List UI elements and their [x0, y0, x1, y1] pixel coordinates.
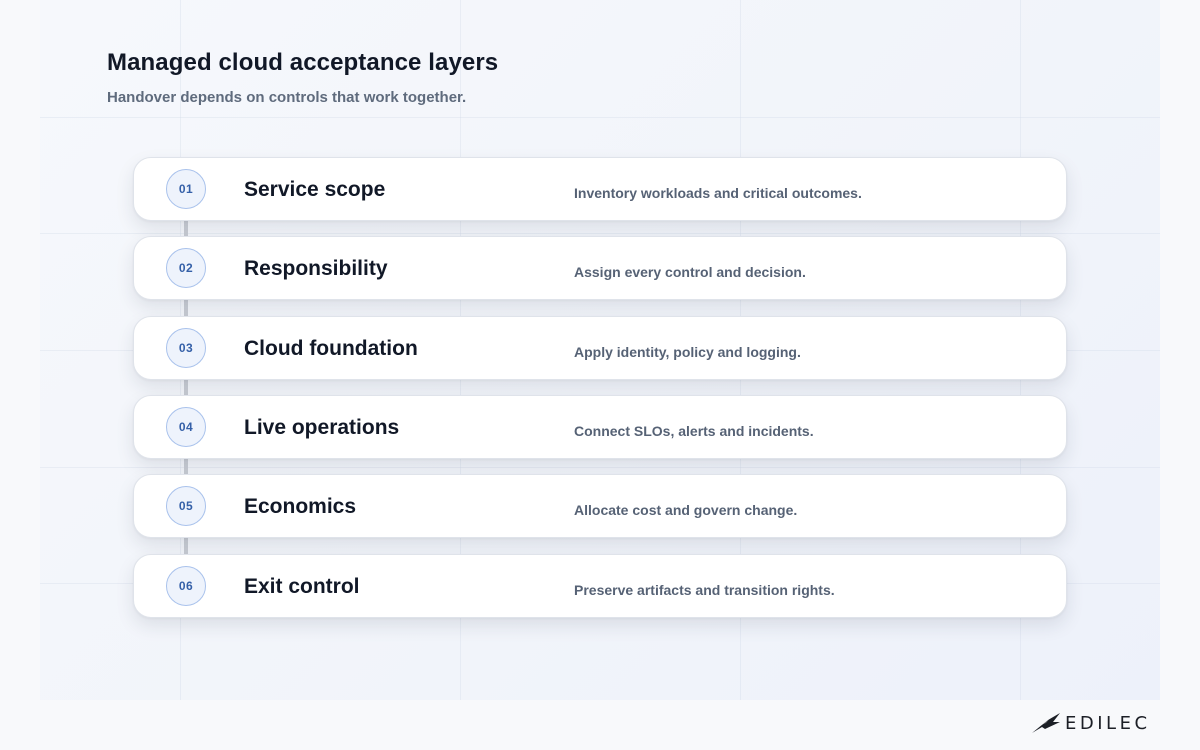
- layer-row-live-operations: 04 Live operations Connect SLOs, alerts …: [133, 395, 1067, 459]
- brand-logo: EDILEC: [1031, 710, 1151, 736]
- layer-number-badge: 05: [166, 486, 206, 526]
- layer-description: Inventory workloads and critical outcome…: [574, 185, 862, 201]
- layer-row-economics: 05 Economics Allocate cost and govern ch…: [133, 474, 1067, 538]
- brand-name: EDILEC: [1065, 712, 1151, 734]
- layer-connector: [184, 299, 188, 317]
- page-title: Managed cloud acceptance layers: [107, 49, 499, 76]
- layer-label: Exit control: [244, 575, 360, 598]
- layer-label: Cloud foundation: [244, 337, 418, 360]
- layer-number-badge: 01: [166, 169, 206, 209]
- layer-number-badge: 04: [166, 407, 206, 447]
- layer-description: Apply identity, policy and logging.: [574, 344, 801, 360]
- layer-row-responsibility: 02 Responsibility Assign every control a…: [133, 236, 1067, 300]
- layer-description: Assign every control and decision.: [574, 264, 806, 280]
- layer-label: Economics: [244, 495, 357, 518]
- layer-number-badge: 02: [166, 248, 206, 288]
- grid-line: [40, 117, 1160, 118]
- layer-label: Service scope: [244, 178, 386, 201]
- slide: Managed cloud acceptance layers Handover…: [0, 0, 1200, 750]
- grid-line: [40, 467, 1160, 468]
- page-subtitle: Handover depends on controls that work t…: [107, 89, 467, 106]
- layer-connector: [184, 537, 188, 555]
- layer-row-exit-control: 06 Exit control Preserve artifacts and t…: [133, 554, 1067, 618]
- layer-number-badge: 06: [166, 566, 206, 606]
- layer-number-badge: 03: [166, 328, 206, 368]
- layer-row-service-scope: 01 Service scope Inventory workloads and…: [133, 157, 1067, 221]
- layer-description: Connect SLOs, alerts and incidents.: [574, 423, 814, 439]
- bird-wing-logo-icon: [1032, 713, 1060, 733]
- layer-row-cloud-foundation: 03 Cloud foundation Apply identity, poli…: [133, 316, 1067, 380]
- layer-label: Responsibility: [244, 257, 388, 280]
- layer-description: Preserve artifacts and transition rights…: [574, 582, 835, 598]
- layer-label: Live operations: [244, 416, 400, 439]
- grid-line: [40, 233, 1160, 234]
- layer-description: Allocate cost and govern change.: [574, 502, 798, 518]
